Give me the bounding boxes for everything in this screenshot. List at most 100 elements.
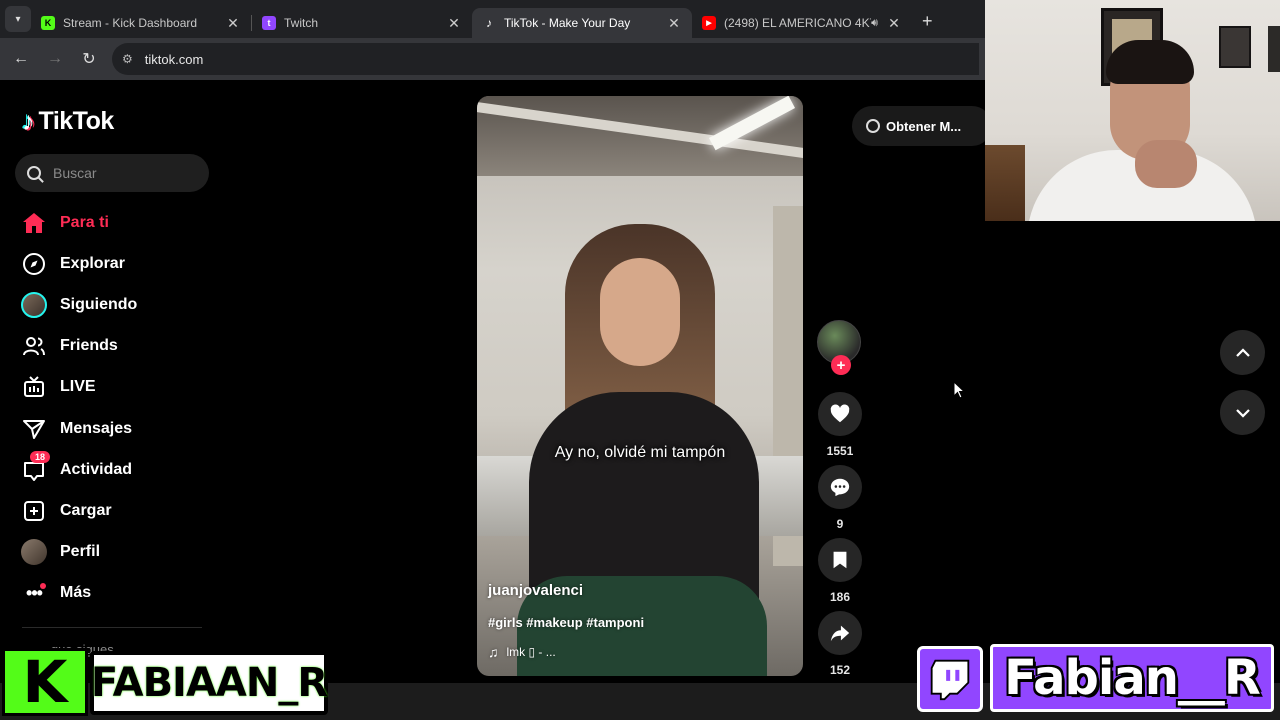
nav-label: Más (60, 584, 92, 602)
nav-actividad[interactable]: 18 Actividad (20, 449, 220, 490)
site-settings-icon[interactable]: ⚙ (122, 52, 133, 66)
close-icon[interactable]: ✕ (666, 15, 682, 32)
chevron-down-icon (1235, 408, 1250, 418)
chevron-up-icon (1235, 347, 1250, 357)
twitch-logo-icon (917, 646, 983, 712)
url-text: tiktok.com (144, 51, 204, 67)
nav-mensajes[interactable]: Mensajes (20, 408, 220, 449)
tab-search-button[interactable]: ▾ (5, 6, 31, 32)
reload-icon[interactable]: ↻ (72, 49, 106, 69)
music-note-icon: ♫ (488, 644, 499, 660)
tab-youtube[interactable]: ▶ (2498) EL AMERICANO 4KT 🔊︎ ✕ (692, 8, 912, 38)
like-action[interactable]: 1551 (818, 392, 862, 458)
compass-icon (20, 250, 48, 278)
next-video-button[interactable] (1220, 390, 1265, 435)
get-app-label: Obtener M... (886, 118, 962, 134)
kick-logo-icon: K (2, 648, 88, 716)
mouse-cursor-icon (953, 381, 965, 399)
get-app-button[interactable]: Obtener M... (852, 106, 992, 146)
new-tab-button[interactable]: + (922, 11, 933, 32)
comment-icon[interactable] (818, 465, 862, 509)
back-arrow-icon[interactable]: ← (4, 50, 38, 68)
nav-label: Friends (60, 337, 118, 355)
send-icon (20, 415, 48, 443)
nav-friends[interactable]: Friends (20, 326, 220, 367)
nav-perfil[interactable]: Perfil (20, 532, 220, 573)
streamer-hand (1135, 140, 1197, 188)
nav-label: Perfil (60, 543, 101, 561)
speaker-icon[interactable]: 🔊︎ (871, 17, 878, 30)
nav-siguiendo[interactable]: Siguiendo (20, 284, 220, 325)
close-icon[interactable]: ✕ (225, 15, 241, 32)
app-icon (866, 119, 880, 133)
tiktok-note-icon: ♪ (22, 106, 35, 136)
wall-picture (1268, 26, 1280, 72)
creator-avatar[interactable]: + (817, 320, 861, 375)
wall-picture (1219, 26, 1251, 68)
nav-label: Mensajes (60, 419, 133, 437)
share-icon[interactable] (818, 611, 862, 655)
nav-cargar[interactable]: Cargar (20, 490, 220, 531)
comment-count: 9 (836, 517, 844, 531)
video-caption-overlay: Ay no, olvidé mi tampón (554, 444, 726, 461)
new-dot (40, 582, 46, 589)
search-box (15, 154, 209, 192)
tiktok-icon: ♪ (486, 16, 492, 30)
nav-label: Cargar (60, 501, 112, 519)
tab-tiktok[interactable]: ♪ TikTok - Make Your Day ✕ (472, 8, 692, 38)
twitch-icon: t (262, 16, 276, 30)
video-actions: + 1551 9 186 152 (817, 320, 863, 677)
comment-action[interactable]: 9 (818, 465, 862, 531)
heart-icon[interactable] (818, 392, 862, 436)
like-count: 1551 (826, 444, 854, 458)
kick-username-banner: FABIAAN_R (90, 651, 328, 715)
tab-title: Stream - Kick Dashboard (63, 16, 198, 30)
tab-title: Twitch (284, 16, 319, 30)
forward-arrow-icon[interactable]: → (38, 50, 72, 68)
notification-badge: 18 (30, 451, 51, 464)
nav-label: Actividad (60, 460, 133, 478)
video-author[interactable]: juanjovalenci (488, 582, 583, 599)
previous-video-button[interactable] (1220, 330, 1265, 375)
live-tv-icon (20, 373, 48, 401)
webcam-overlay (985, 0, 1280, 221)
nav-live[interactable]: LIVE (20, 367, 220, 408)
tab-twitch[interactable]: t Twitch ✕ (252, 8, 472, 38)
tab-kick[interactable]: K Stream - Kick Dashboard ✕ (31, 8, 251, 38)
friends-icon (20, 332, 48, 360)
video-subject-face (600, 258, 680, 366)
follow-plus-icon[interactable]: + (831, 355, 851, 375)
share-action[interactable]: 152 (818, 611, 862, 677)
tiktok-logo[interactable]: ♪ TikTok (22, 106, 114, 137)
nav-label: LIVE (60, 378, 96, 396)
background-shelf (985, 145, 1025, 221)
tab-title: TikTok - Make Your Day (504, 16, 631, 30)
close-icon[interactable]: ✕ (446, 15, 462, 32)
nav-label: Para ti (60, 213, 109, 231)
screen: ▾ K Stream - Kick Dashboard ✕ t Twitch ✕… (0, 0, 1280, 720)
search-input[interactable] (53, 165, 193, 181)
video-hashtags[interactable]: #girls #makeup #tamponi (488, 615, 644, 630)
nav-label: Explorar (60, 254, 125, 272)
logo-text: TikTok (38, 107, 115, 135)
nav-explorar[interactable]: Explorar (20, 243, 220, 284)
bookmark-icon[interactable] (818, 538, 862, 582)
nav-mas[interactable]: ••• Más (20, 573, 220, 614)
nav-label: Siguiendo (60, 295, 138, 313)
address-bar[interactable]: ⚙ tiktok.com (112, 43, 979, 75)
video-player[interactable]: Ay no, olvidé mi tampón juanjovalenci #g… (477, 96, 803, 676)
home-icon (20, 209, 48, 237)
streamer-hair (1106, 40, 1194, 84)
browser-tabstrip: ▾ K Stream - Kick Dashboard ✕ t Twitch ✕… (0, 0, 985, 38)
save-action[interactable]: 186 (818, 538, 862, 604)
youtube-icon: ▶ (702, 16, 716, 30)
following-avatar-icon (20, 291, 48, 319)
music-title: lmk ▯ - ... (506, 645, 556, 659)
nav-para-ti[interactable]: Para ti (20, 202, 220, 243)
sidebar-divider (22, 627, 202, 628)
search-icon[interactable] (27, 166, 41, 180)
close-icon[interactable]: ✕ (886, 15, 902, 32)
upload-icon (20, 497, 48, 525)
twitch-username-banner: Fabian__R (990, 644, 1274, 712)
video-music[interactable]: ♫ lmk ▯ - ... (488, 644, 556, 660)
